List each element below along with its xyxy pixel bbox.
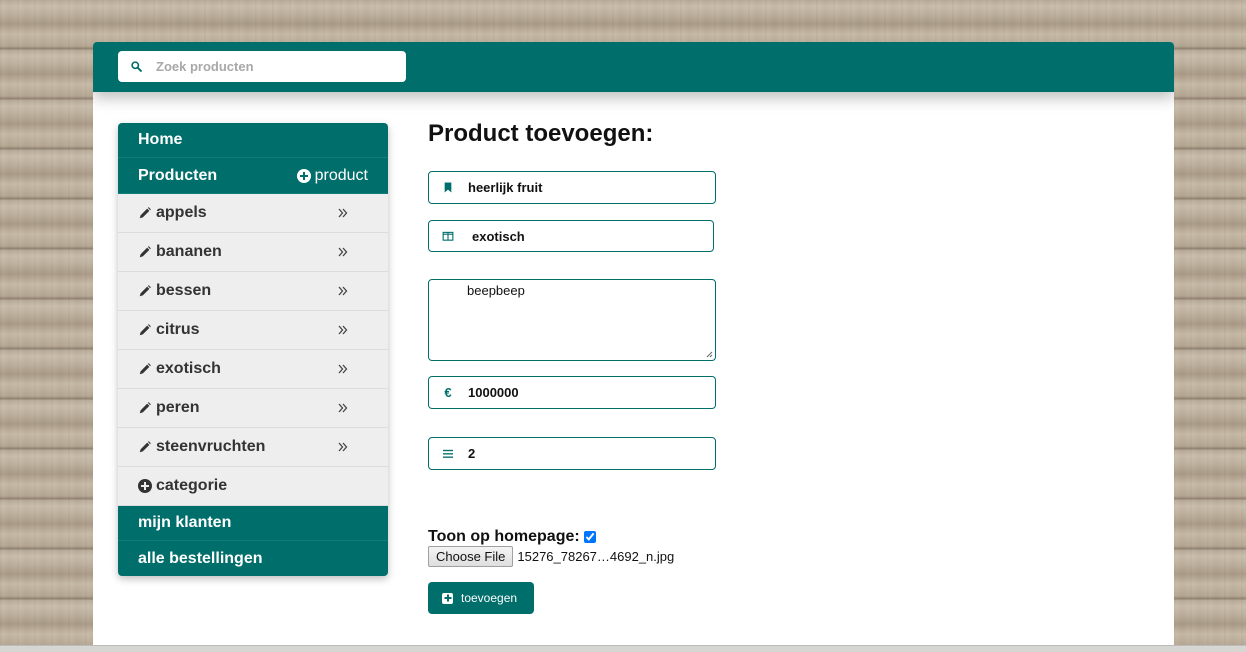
resize-grip-icon[interactable] bbox=[705, 350, 713, 358]
file-row: Choose File 15276_78267…4692_n.jpg bbox=[428, 546, 674, 567]
quantity-input[interactable] bbox=[466, 445, 690, 462]
nav-home-label: Home bbox=[138, 131, 183, 148]
double-chevron-right-icon bbox=[338, 208, 348, 218]
pencil-icon bbox=[139, 246, 151, 258]
euro-icon: € bbox=[444, 385, 452, 400]
name-field[interactable] bbox=[428, 171, 716, 204]
nav-producten-label: Producten bbox=[138, 166, 218, 184]
double-chevron-right-icon bbox=[338, 247, 348, 257]
columns-icon bbox=[442, 230, 454, 242]
double-chevron-right-icon bbox=[338, 325, 348, 335]
add-category-button[interactable]: categorie bbox=[118, 467, 388, 506]
add-product-button[interactable]: product bbox=[296, 167, 368, 185]
homepage-row: Toon op homepage: bbox=[428, 528, 596, 546]
submit-button[interactable]: toevoegen bbox=[428, 582, 534, 614]
plus-square-icon bbox=[442, 592, 453, 604]
category-item-citrus[interactable]: citrus bbox=[118, 311, 388, 350]
homepage-checkbox[interactable] bbox=[583, 531, 596, 543]
double-chevron-right-icon bbox=[338, 286, 348, 296]
nav-klanten[interactable]: mijn klanten bbox=[118, 506, 388, 541]
description-textarea[interactable]: beepbeep bbox=[465, 281, 709, 355]
category-item-appels[interactable]: appels bbox=[118, 194, 388, 233]
category-label: bananen bbox=[156, 243, 222, 260]
pencil-icon bbox=[139, 207, 151, 219]
category-label: exotisch bbox=[156, 360, 221, 377]
pencil-icon bbox=[139, 324, 151, 336]
price-input[interactable] bbox=[466, 384, 690, 401]
name-input[interactable] bbox=[466, 179, 690, 196]
submit-label: toevoegen bbox=[461, 591, 518, 605]
top-bar bbox=[93, 42, 1174, 92]
search-icon bbox=[131, 60, 142, 72]
add-category-label: categorie bbox=[156, 477, 228, 494]
description-field[interactable]: beepbeep bbox=[428, 279, 716, 361]
category-label: appels bbox=[156, 204, 207, 221]
list-icon bbox=[442, 448, 454, 460]
pencil-icon bbox=[139, 285, 151, 297]
page-title: Product toevoegen: bbox=[428, 120, 654, 147]
nav-bestellingen-label: alle bestellingen bbox=[138, 549, 263, 567]
app-window: Home Producten product appels bananen be… bbox=[93, 42, 1174, 651]
bookmark-icon bbox=[442, 182, 454, 194]
category-label: bessen bbox=[156, 282, 212, 299]
file-name: 15276_78267…4692_n.jpg bbox=[517, 549, 675, 564]
price-field[interactable]: € bbox=[428, 376, 716, 409]
add-product-label: product bbox=[314, 167, 368, 184]
category-label: peren bbox=[156, 399, 200, 416]
plus-circle-icon bbox=[138, 479, 152, 493]
sidebar: Home Producten product appels bananen be… bbox=[118, 123, 388, 576]
homepage-label: Toon op homepage: bbox=[428, 528, 580, 545]
search-input[interactable] bbox=[154, 58, 388, 75]
nav-klanten-label: mijn klanten bbox=[138, 514, 232, 531]
category-item-exotisch[interactable]: exotisch bbox=[118, 350, 388, 389]
category-item-bananen[interactable]: bananen bbox=[118, 233, 388, 272]
nav-producten[interactable]: Producten product bbox=[118, 158, 388, 194]
search-box[interactable] bbox=[118, 51, 406, 82]
double-chevron-right-icon bbox=[338, 442, 348, 452]
quantity-field[interactable] bbox=[428, 437, 716, 470]
category-label: citrus bbox=[156, 321, 200, 338]
category-field[interactable] bbox=[428, 220, 714, 252]
choose-file-button[interactable]: Choose File bbox=[428, 546, 514, 567]
pencil-icon bbox=[139, 363, 151, 375]
plus-circle-icon bbox=[296, 169, 311, 183]
category-item-peren[interactable]: peren bbox=[118, 389, 388, 428]
double-chevron-right-icon bbox=[338, 403, 348, 413]
category-label: steenvruchten bbox=[156, 438, 266, 455]
category-item-steenvruchten[interactable]: steenvruchten bbox=[118, 428, 388, 467]
nav-home[interactable]: Home bbox=[118, 123, 388, 158]
pencil-icon bbox=[139, 402, 151, 414]
double-chevron-right-icon bbox=[338, 364, 348, 374]
category-input[interactable] bbox=[470, 227, 694, 245]
category-item-bessen[interactable]: bessen bbox=[118, 272, 388, 311]
pencil-icon bbox=[139, 441, 151, 453]
nav-bestellingen[interactable]: alle bestellingen bbox=[118, 541, 388, 576]
